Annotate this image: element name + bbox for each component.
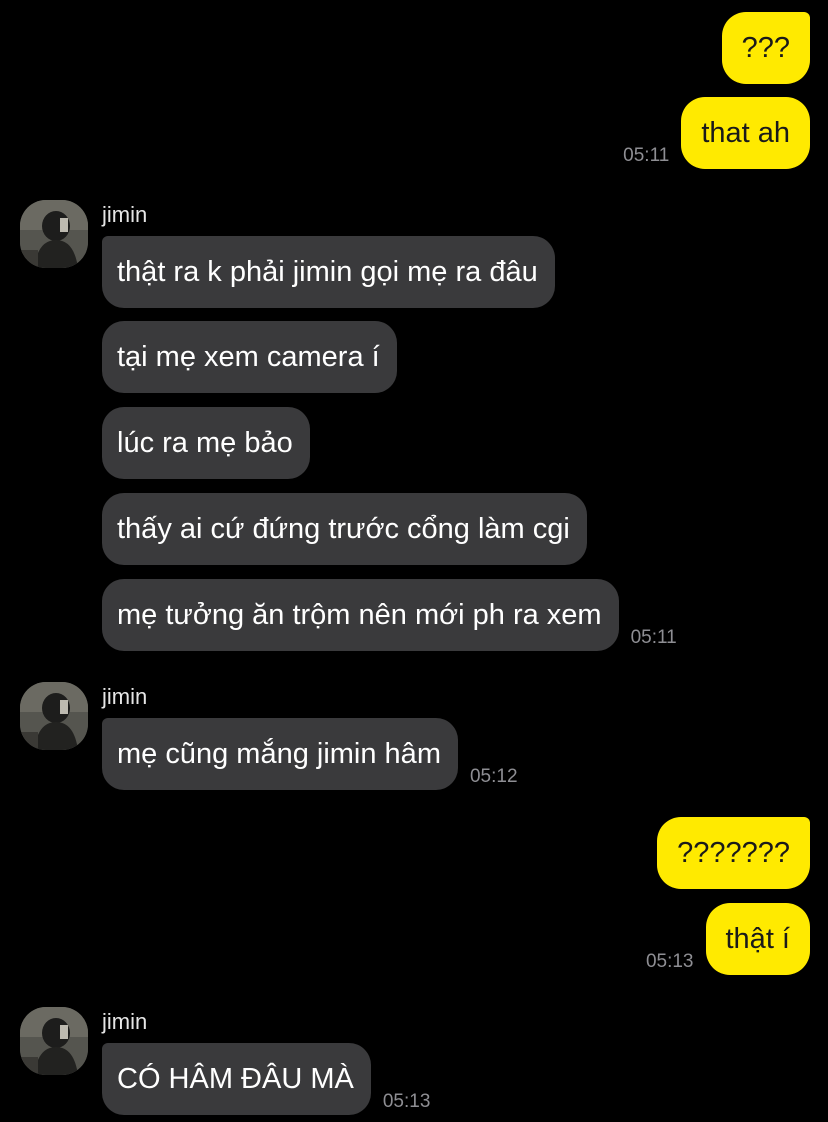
message-timestamp: 05:11 bbox=[623, 145, 670, 166]
avatar[interactable] bbox=[20, 682, 88, 750]
their-message-bubble[interactable]: CÓ HÂM ĐÂU MÀ bbox=[102, 1043, 371, 1115]
my-message-bubble[interactable]: that ah bbox=[681, 97, 810, 169]
avatar[interactable] bbox=[20, 1007, 88, 1075]
message-timestamp: 05:13 bbox=[645, 951, 694, 972]
avatar-photo-icon bbox=[20, 200, 88, 268]
sender-name: jimin bbox=[102, 1009, 148, 1034]
my-message-row: ??????? bbox=[657, 817, 810, 889]
avatar[interactable] bbox=[20, 200, 88, 268]
their-message-bubble[interactable]: lúc ra mẹ bảo bbox=[102, 407, 310, 479]
my-message-bubble[interactable]: ??????? bbox=[657, 817, 810, 889]
their-message-row: mẹ tưởng ăn trộm nên mới ph ra xem 05:11 bbox=[102, 579, 689, 651]
sender-name: jimin bbox=[102, 202, 148, 227]
their-message-bubble[interactable]: tại mẹ xem camera í bbox=[102, 321, 397, 393]
their-message-row: thấy ai cứ đứng trước cổng làm cgi bbox=[102, 493, 587, 565]
my-message-row: ??? bbox=[721, 12, 810, 84]
their-message-row: mẹ cũng mắng jimin hâm 05:12 bbox=[102, 718, 530, 790]
their-message-bubble[interactable]: thấy ai cứ đứng trước cổng làm cgi bbox=[102, 493, 587, 565]
avatar-photo-icon bbox=[20, 682, 88, 750]
my-message-bubble[interactable]: thật í bbox=[705, 903, 810, 975]
their-message-row: thật ra k phải jimin gọi mẹ ra đâu bbox=[102, 236, 555, 308]
sender-name: jimin bbox=[102, 684, 148, 709]
their-message-row: CÓ HÂM ĐÂU MÀ 05:13 bbox=[102, 1043, 442, 1115]
their-message-row: lúc ra mẹ bảo bbox=[102, 407, 310, 479]
message-timestamp: 05:12 bbox=[469, 766, 518, 787]
my-message-bubble[interactable]: ??? bbox=[721, 12, 810, 84]
their-message-bubble[interactable]: thật ra k phải jimin gọi mẹ ra đâu bbox=[102, 236, 555, 308]
message-timestamp: 05:13 bbox=[382, 1091, 431, 1112]
my-message-row: 05:13 thật í bbox=[634, 903, 810, 975]
my-message-row: 05:11 that ah bbox=[611, 97, 810, 169]
their-message-bubble[interactable]: mẹ cũng mắng jimin hâm bbox=[102, 718, 458, 790]
message-timestamp: 05:11 bbox=[630, 627, 677, 648]
avatar-photo-icon bbox=[20, 1007, 88, 1075]
their-message-bubble[interactable]: mẹ tưởng ăn trộm nên mới ph ra xem bbox=[102, 579, 619, 651]
chat-screen: ??? 05:11 that ah jimin thật ra k phải j… bbox=[0, 0, 828, 1122]
their-message-row: tại mẹ xem camera í bbox=[102, 321, 397, 393]
